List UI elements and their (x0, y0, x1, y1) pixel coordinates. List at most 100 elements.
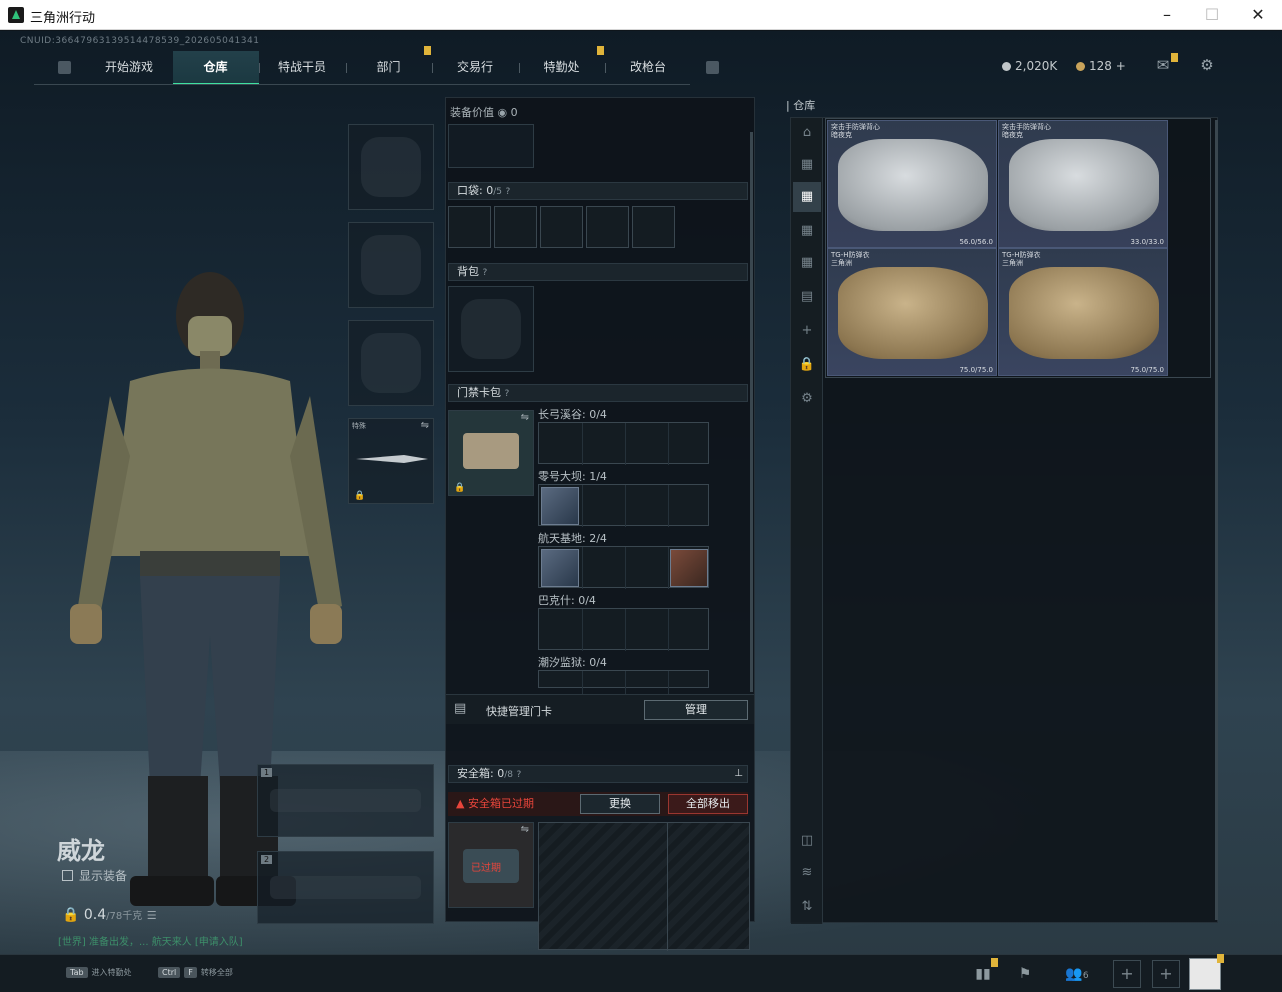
helmet-slot[interactable] (348, 124, 434, 210)
armor-slot[interactable] (348, 222, 434, 308)
add-team-slot-1[interactable]: + (1113, 960, 1141, 988)
stash-item[interactable]: TG-H防弹衣 三角洲 75.0/75.0 (998, 248, 1168, 376)
keycard-item[interactable] (541, 549, 579, 587)
stash-capture-icon[interactable]: ◫ (798, 832, 816, 850)
help-icon[interactable]: ? (505, 187, 510, 197)
stash-item[interactable]: TG-H防弹衣 三角洲 75.0/75.0 (827, 248, 997, 376)
nav-prev-key-icon[interactable] (58, 61, 71, 74)
keycard-item[interactable] (670, 549, 708, 587)
scrollbar[interactable] (750, 132, 753, 692)
close-button[interactable]: ✕ (1243, 4, 1273, 26)
chat-message[interactable]: [世界] 准备出发，... 航天来人 [申请入队] (58, 933, 243, 948)
tab-5[interactable]: 特勤处 (519, 51, 605, 85)
stash-item[interactable]: 突击手防弹背心 暗夜克 56.0/56.0 (827, 120, 997, 248)
help-icon[interactable]: ? (505, 389, 510, 399)
checkbox[interactable] (62, 870, 73, 881)
pocket-slot[interactable] (494, 206, 537, 248)
avatar-badge (1217, 954, 1224, 963)
mail-icon[interactable]: ✉ (1154, 53, 1178, 73)
app-logo-icon (8, 7, 24, 23)
pocket-slot[interactable] (586, 206, 629, 248)
melee-slot[interactable]: 特殊 ⇋ 🔒 (348, 418, 434, 504)
manage-button[interactable]: 管理 (644, 700, 748, 720)
swap-icon[interactable]: ⇋ (421, 420, 429, 431)
stash-scrollbar[interactable] (1215, 120, 1218, 920)
friends-button[interactable]: 👥6 (1060, 962, 1094, 986)
hint-enter-special-ops[interactable]: Tab 进入特勤处 (66, 967, 132, 978)
tab-badge (424, 46, 431, 55)
tab-0[interactable]: 开始游戏 (86, 51, 172, 85)
pocket-slot[interactable] (632, 206, 675, 248)
item-title: TG-H防弹衣 (1002, 251, 1041, 259)
avatar[interactable] (1189, 954, 1224, 990)
pin-icon[interactable]: ⊥ (734, 766, 743, 782)
pistol-slot[interactable] (348, 320, 434, 406)
window-title: 三角洲行动 (30, 11, 96, 26)
stash-tab-2-icon[interactable]: ▦ (793, 182, 821, 212)
settings-gear-icon[interactable]: ⚙ (1198, 57, 1216, 73)
tab-4[interactable]: 交易行 (432, 51, 518, 85)
keycard-row[interactable] (538, 670, 709, 713)
slot-number: 2 (261, 855, 273, 864)
stash-tab-helmet-icon[interactable]: ⌂ (798, 124, 816, 142)
bond-balance[interactable]: 128 + (1076, 59, 1126, 73)
uid-text: CNUID:36647963139514478539_202605041341 (20, 36, 260, 46)
safebox-slot[interactable]: ⇋ 已过期 (448, 822, 534, 908)
maximize-button[interactable]: ☐ (1197, 4, 1227, 26)
item-title: 突击手防弹背心 (1002, 123, 1051, 131)
add-team-slot-2[interactable]: + (1152, 960, 1180, 988)
tab-badge (597, 46, 604, 55)
knife-icon (356, 455, 428, 463)
item-durability: 33.0/33.0 (1130, 238, 1164, 246)
flag-icon[interactable]: ⚑ (1012, 962, 1038, 986)
list-icon[interactable]: ☰ (147, 909, 157, 922)
backpack-slot[interactable] (448, 286, 534, 372)
stash-settings-icon[interactable]: ⚙ (798, 390, 816, 408)
lock-tab-icon[interactable]: 🔒 (798, 356, 816, 374)
stash-tab-4-icon[interactable]: ▦ (798, 254, 816, 272)
swap-icon[interactable]: ⇋ (521, 824, 529, 835)
stash-tab-1-icon[interactable]: ▦ (798, 156, 816, 174)
keycard-row[interactable] (538, 422, 709, 465)
pocket-slot[interactable] (448, 206, 491, 248)
layers-icon[interactable]: ≋ (798, 864, 816, 882)
stats-chart-icon[interactable]: ▮▮ (970, 958, 998, 986)
stash-tab-5-icon[interactable]: ▤ (798, 288, 816, 306)
tab-2[interactable]: 特战干员 (259, 51, 345, 85)
keycard-row[interactable] (538, 484, 709, 527)
replace-button[interactable]: 更换 (580, 794, 660, 814)
item-subtitle: 三角洲 (831, 259, 852, 267)
secondary-weapon-slot[interactable]: 2 (257, 851, 434, 924)
primary-weapon-slot[interactable]: 1 (257, 764, 434, 837)
tab-1[interactable]: 仓库 (172, 51, 259, 85)
keycard-case-slot[interactable]: ⇋ 🔒 (448, 410, 534, 496)
keycard-row[interactable] (538, 546, 709, 589)
footer-bar: Tab 进入特勤处 Ctrl F 转移全部 ▮▮ ⚑ 👥6 + + (0, 954, 1282, 992)
chest-rig-slot[interactable] (448, 124, 534, 168)
pocket-slot[interactable] (540, 206, 583, 248)
help-icon[interactable]: ? (516, 770, 521, 780)
swap-icon[interactable]: ⇋ (521, 412, 529, 423)
stash-item[interactable]: 突击手防弹背心 暗夜克 33.0/33.0 (998, 120, 1168, 248)
tab-3[interactable]: 部门 (346, 51, 432, 85)
stash-tab-3-icon[interactable]: ▦ (798, 222, 816, 240)
keycard-divider (625, 609, 626, 651)
keycard-divider (625, 423, 626, 465)
tab-6[interactable]: 改枪台 (605, 51, 691, 85)
help-icon[interactable]: ? (483, 268, 488, 278)
keycard-row[interactable] (538, 608, 709, 651)
add-tab-icon[interactable]: + (798, 322, 816, 340)
safebox-grid[interactable] (538, 822, 750, 951)
keycard-item[interactable] (541, 487, 579, 525)
hint-transfer-all[interactable]: Ctrl F 转移全部 (158, 967, 233, 978)
keycard-divider (625, 485, 626, 527)
map-count: 0/4 (589, 408, 607, 421)
coin-icon (1002, 62, 1011, 71)
remove-all-button[interactable]: 全部移出 (668, 794, 748, 814)
item-title: 突击手防弹背心 (831, 123, 880, 131)
quick-manage-label: 快捷管理门卡 (486, 705, 552, 718)
show-equipment-toggle[interactable]: 显示装备 (62, 867, 127, 884)
minimize-button[interactable]: – (1152, 4, 1182, 26)
sort-icon[interactable]: ⇅ (798, 898, 816, 916)
nav-next-key-icon[interactable] (706, 61, 719, 74)
